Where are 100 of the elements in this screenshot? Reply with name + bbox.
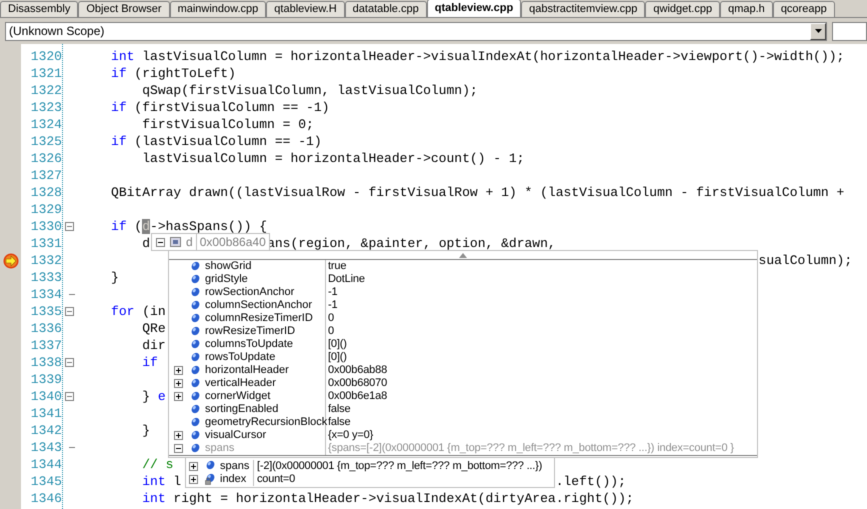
gem-icon: [190, 274, 200, 286]
gem-icon: [190, 260, 200, 272]
plus-icon: [174, 380, 182, 387]
line-number: 1323: [30, 99, 62, 116]
scope-dropdown[interactable]: (Unknown Scope): [5, 22, 827, 40]
gem-lock-icon: [204, 473, 216, 485]
line-number: 1326: [30, 150, 62, 167]
collapse-button[interactable]: [174, 444, 182, 453]
code-text: d: [142, 236, 150, 251]
code-text: int l: [142, 474, 182, 489]
member-name: rowsToUpdate: [205, 351, 276, 364]
code-text: int lastVisualColumn = horizontalHeader->visualIndexAt(horizontalHeader->viewport()->width());: [111, 49, 844, 64]
line-number: 1346: [30, 490, 62, 507]
line-number: 1325: [30, 133, 62, 150]
member-name: gridStyle: [205, 273, 248, 286]
tab[interactable]: mainwindow.cpp: [170, 1, 266, 17]
code-text: for (in: [111, 304, 166, 319]
plus-icon: [190, 476, 196, 482]
member-name: horizontalHeader: [205, 364, 289, 377]
member-value: 0x00b68070: [327, 377, 388, 390]
member-name: columnResizeTimerID: [205, 312, 313, 325]
member-name: spans: [220, 460, 250, 472]
code-text: QBitArray drawn((lastVisualRow - firstVisualRow + 1) * (lastVisualColumn - firstVisualColumn +: [111, 185, 844, 200]
member-value: 0: [327, 312, 334, 325]
line-number: 1329: [30, 201, 62, 218]
member-value: 0x00b6ab88: [327, 364, 388, 377]
up-triangle-icon[interactable]: [459, 252, 467, 258]
minus-icon: [67, 396, 72, 397]
tab[interactable]: qwidget.cpp: [645, 1, 720, 17]
member-name: rowResizeTimerID: [205, 325, 296, 338]
line-number: 1321: [30, 65, 62, 82]
variable-name: d: [186, 234, 193, 251]
line-number: 1327: [30, 167, 62, 184]
line-number: 1343: [30, 439, 62, 456]
gem-icon: [190, 286, 200, 298]
member-name: geometryRecursionBlock: [205, 416, 328, 429]
tab[interactable]: Disassembly: [0, 1, 78, 17]
member-name: cornerWidget: [205, 390, 270, 403]
code-text: .left());: [556, 474, 626, 489]
tab[interactable]: qtableview.cpp: [426, 0, 522, 17]
expand-button[interactable]: [188, 474, 198, 484]
line-number: 1344: [30, 456, 62, 473]
line-number: 1333: [30, 269, 62, 286]
line-number: 1336: [30, 320, 62, 337]
code-text: if (lastVisualColumn == -1): [111, 134, 322, 149]
member-value: [0](): [327, 338, 347, 351]
member-value: {x=0 y=0}: [327, 429, 374, 442]
member-value: true: [327, 260, 346, 273]
code-text: int right = horizontalHeader->visualIndexAt(dirtyArea.right());: [142, 491, 634, 506]
plus-icon: [174, 367, 182, 374]
line-number: 1322: [30, 82, 62, 99]
gem-icon: [190, 364, 200, 376]
tab[interactable]: qmap.h: [720, 1, 773, 17]
line-number: 1330: [30, 218, 62, 235]
tab[interactable]: datatable.cpp: [344, 1, 427, 17]
member-value: {spans=[-2](0x00000001 {m_top=??? m_left=??? m_bottom=??? ...}) index=count=0 }: [327, 442, 734, 455]
gem-icon: [190, 390, 200, 402]
square-icon: [170, 237, 181, 247]
tab[interactable]: qtableview.H: [266, 1, 345, 17]
gem-icon: [190, 352, 200, 364]
code-text: }: [111, 270, 119, 285]
collapse-button[interactable]: [156, 238, 164, 246]
gem-icon: [190, 430, 200, 442]
gem-icon: [190, 338, 200, 350]
expand-button[interactable]: [174, 392, 182, 401]
tab[interactable]: qcoreapp: [772, 1, 835, 17]
code-text: // s: [142, 457, 174, 472]
expand-button[interactable]: [174, 379, 182, 388]
member-value: false: [328, 416, 350, 429]
expand-button[interactable]: [174, 366, 182, 375]
member-value: [-2](0x00000001 {m_top=??? m_left=??? m_bottom=??? ...}): [256, 460, 542, 472]
minus-icon: [67, 226, 72, 227]
code-text: ans(region, &painter, option, &drawn,: [267, 236, 556, 251]
member-name: index: [220, 472, 246, 486]
member-value: false: [327, 403, 350, 416]
tab[interactable]: qabstractitemview.cpp: [521, 1, 646, 17]
line-number: 1345: [30, 473, 62, 490]
member-value: 0x00b6e1a8: [327, 390, 388, 403]
member-name: verticalHeader: [205, 377, 276, 390]
expand-button[interactable]: [174, 431, 182, 440]
member-value: [0](): [327, 351, 347, 364]
plus-icon: [174, 393, 182, 400]
member-name: visualCursor: [205, 429, 266, 442]
line-number: 1342: [30, 422, 62, 439]
line-number: 1340: [30, 388, 62, 405]
plus-icon: [190, 462, 196, 470]
member-value: -1: [327, 286, 338, 299]
expand-button[interactable]: [188, 462, 198, 470]
dropdown-button[interactable]: [810, 22, 826, 40]
code-text: qSwap(firstVisualColumn, lastVisualColumn);: [142, 83, 478, 98]
input-field[interactable]: [832, 22, 867, 40]
member-value: -1: [327, 299, 338, 312]
tab[interactable]: Object Browser: [78, 1, 170, 17]
minus-icon: [174, 445, 182, 452]
line-number: 1328: [30, 184, 62, 201]
gem-icon: [190, 300, 200, 312]
member-name: columnSectionAnchor: [205, 299, 312, 312]
gem-icon: [190, 326, 200, 338]
code-text: dir: [142, 338, 166, 353]
line-number: 1320: [30, 48, 62, 65]
